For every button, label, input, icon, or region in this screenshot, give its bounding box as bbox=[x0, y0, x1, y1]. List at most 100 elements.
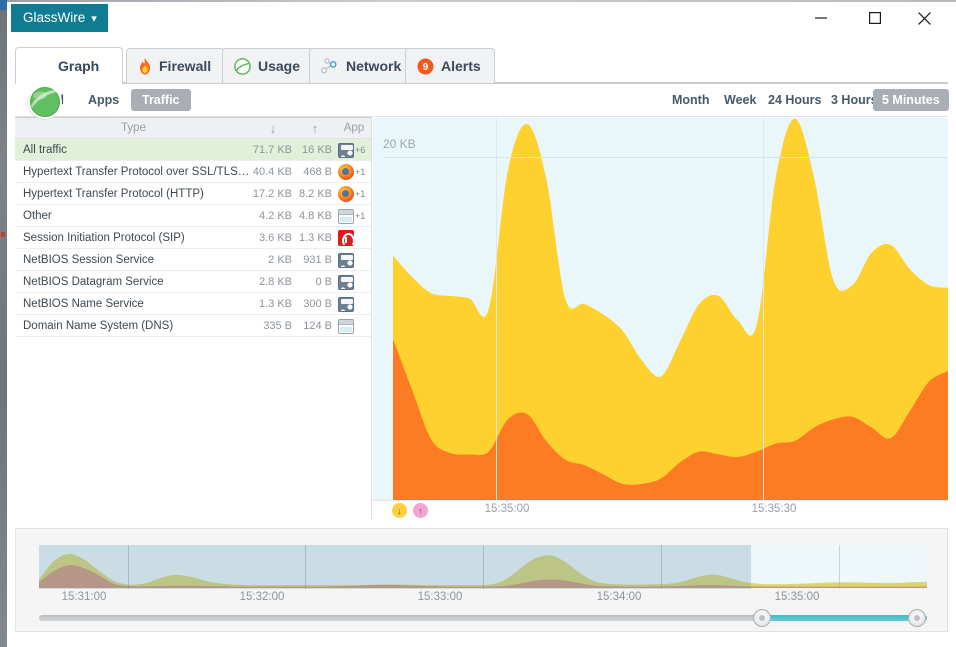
tab-usage[interactable]: Usage bbox=[222, 48, 315, 83]
firefox-icon bbox=[338, 164, 354, 180]
row-app-cell[interactable] bbox=[338, 251, 372, 269]
row-type-label: All traffic bbox=[23, 144, 67, 156]
gridline-vertical-2 bbox=[763, 118, 764, 500]
range-24-hours[interactable]: 24 Hours bbox=[759, 89, 831, 111]
row-download-value: 71.7 KB bbox=[252, 144, 292, 156]
row-app-cell[interactable] bbox=[338, 317, 372, 335]
row-type-label: Hypertext Transfer Protocol (HTTP) bbox=[23, 188, 204, 200]
subtab-apps[interactable]: Apps bbox=[77, 89, 130, 111]
row-app-cell[interactable]: +1 bbox=[338, 163, 372, 181]
firefox-icon bbox=[338, 186, 354, 202]
glasswire-icon bbox=[338, 274, 354, 290]
row-download-value: 17.2 KB bbox=[252, 188, 292, 200]
column-header-download-arrow-icon[interactable]: ↓ bbox=[252, 118, 294, 139]
row-app-cell[interactable] bbox=[338, 273, 372, 291]
row-download-value: 4.2 KB bbox=[258, 210, 292, 222]
download-legend-icon[interactable]: ↓ bbox=[392, 503, 407, 518]
x-tick-2: 15:35:30 bbox=[752, 497, 796, 515]
timeline-chart[interactable] bbox=[39, 545, 927, 589]
table-row[interactable]: Hypertext Transfer Protocol over SSL/TLS… bbox=[15, 161, 371, 183]
row-download-value: 2.8 KB bbox=[258, 276, 292, 288]
row-upload-value: 931 B bbox=[303, 254, 332, 266]
subtab-traffic[interactable]: Traffic bbox=[131, 89, 191, 111]
row-app-extra-count: +6 bbox=[355, 145, 366, 155]
row-upload-value: 16 KB bbox=[302, 144, 332, 156]
slider-handle-right[interactable] bbox=[908, 609, 926, 627]
glasswire-menu-button[interactable]: GlassWire ▾ bbox=[11, 4, 108, 32]
row-download-value: 3.6 KB bbox=[258, 232, 292, 244]
nodes-icon bbox=[321, 58, 339, 74]
table-row[interactable]: Session Initiation Protocol (SIP) 3.6 KB 1… bbox=[15, 227, 371, 249]
range-month[interactable]: Month bbox=[663, 89, 718, 111]
tab-network-label: Network bbox=[346, 58, 402, 74]
main-tab-strip: Graph Firewall Usage Network 9 Alerts bbox=[7, 44, 956, 120]
row-type-label: NetBIOS Session Service bbox=[23, 254, 155, 266]
upload-legend-icon[interactable]: ↑ bbox=[413, 503, 428, 518]
table-row[interactable]: Other 4.2 KB 4.8 KB +1 bbox=[15, 205, 371, 227]
graph-x-axis: ↓ ↑ 15:35:00 15:35:30 bbox=[373, 497, 948, 519]
close-button[interactable] bbox=[901, 0, 947, 36]
traffic-area-chart bbox=[393, 118, 948, 500]
chevron-down-icon: ▾ bbox=[91, 13, 97, 25]
x-tick-1: 15:35:00 bbox=[485, 497, 529, 515]
timeline-gridline-3 bbox=[483, 545, 484, 589]
row-download-value: 335 B bbox=[263, 320, 292, 332]
flame-icon bbox=[138, 57, 152, 75]
green-circle-icon bbox=[234, 57, 251, 75]
table-row[interactable]: All traffic 71.7 KB 16 KB +6 bbox=[15, 139, 371, 161]
row-app-extra-count: +1 bbox=[355, 167, 366, 177]
tab-firewall[interactable]: Firewall bbox=[126, 48, 226, 83]
traffic-graph-panel: 20 KB ↓ ↑ 15:35:00 15:35:30 bbox=[373, 117, 948, 519]
table-row[interactable]: Domain Name System (DNS) 335 B 124 B bbox=[15, 315, 371, 337]
column-header-app[interactable]: App bbox=[336, 118, 372, 139]
row-upload-value: 300 B bbox=[303, 298, 332, 310]
row-app-cell[interactable]: +1 bbox=[338, 207, 372, 225]
tab-alerts[interactable]: 9 Alerts bbox=[405, 48, 495, 83]
background-window-sliver bbox=[0, 0, 7, 647]
row-download-value: 2 KB bbox=[268, 254, 292, 266]
row-app-cell[interactable]: +1 bbox=[338, 185, 372, 203]
table-row[interactable]: Hypertext Transfer Protocol (HTTP) 17.2 K… bbox=[15, 183, 371, 205]
row-type-label: Domain Name System (DNS) bbox=[23, 320, 174, 332]
table-row[interactable]: NetBIOS Datagram Service 2.8 KB 0 B bbox=[15, 271, 371, 293]
graph-plot-area[interactable]: 20 KB bbox=[373, 118, 948, 500]
title-bar: GlassWire ▾ bbox=[7, 0, 956, 38]
row-app-cell[interactable] bbox=[338, 295, 372, 313]
range-5-minutes[interactable]: 5 Minutes bbox=[873, 89, 949, 111]
row-upload-value: 8.2 KB bbox=[298, 188, 332, 200]
timeline-gridline-2 bbox=[305, 545, 306, 589]
timeline-tick-2: 15:32:00 bbox=[239, 591, 285, 603]
timeline-range-slider[interactable] bbox=[39, 609, 927, 627]
alert-badge-icon: 9 bbox=[417, 58, 434, 75]
table-row[interactable]: NetBIOS Name Service 1.3 KB 300 B bbox=[15, 293, 371, 315]
row-app-cell[interactable] bbox=[338, 229, 372, 247]
row-app-cell[interactable]: +6 bbox=[338, 141, 372, 159]
slider-handle-left[interactable] bbox=[753, 609, 771, 627]
timeline-dim-overlay bbox=[39, 545, 751, 589]
row-download-value: 1.3 KB bbox=[258, 298, 292, 310]
range-week[interactable]: Week bbox=[715, 89, 765, 111]
row-download-value: 40.4 KB bbox=[252, 166, 292, 178]
gridline-vertical-1 bbox=[496, 118, 497, 500]
timeline-tick-3: 15:33:00 bbox=[417, 591, 463, 603]
table-row[interactable]: NetBIOS Session Service 2 KB 931 B bbox=[15, 249, 371, 271]
sub-toolbar: All Apps Traffic Month Week 24 Hours 3 H… bbox=[15, 84, 949, 117]
row-type-label: Session Initiation Protocol (SIP) bbox=[23, 232, 185, 244]
tab-network[interactable]: Network bbox=[309, 48, 416, 83]
y-axis-label-20kb: 20 KB bbox=[383, 137, 416, 151]
row-type-label: Other bbox=[23, 210, 52, 222]
tab-graph[interactable]: Graph bbox=[15, 47, 123, 84]
content-area: Type ↓ ↑ App All traffic 71.7 KB 16 KB +6 Hy… bbox=[15, 117, 948, 519]
timeline-gridline-1 bbox=[128, 545, 129, 589]
glasswire-icon bbox=[338, 296, 354, 312]
minimize-button[interactable] bbox=[798, 0, 844, 36]
opera-icon bbox=[338, 230, 355, 247]
timeline-tick-1: 15:31:00 bbox=[61, 591, 107, 603]
tab-graph-label: Graph bbox=[58, 58, 100, 74]
row-type-label: NetBIOS Name Service bbox=[23, 298, 144, 310]
glasswire-menu-label: GlassWire bbox=[23, 10, 86, 25]
timeline-gridline-5 bbox=[839, 545, 840, 589]
slider-selected-range[interactable] bbox=[762, 615, 927, 621]
column-header-upload-arrow-icon[interactable]: ↑ bbox=[294, 118, 336, 139]
maximize-button[interactable] bbox=[852, 0, 898, 36]
